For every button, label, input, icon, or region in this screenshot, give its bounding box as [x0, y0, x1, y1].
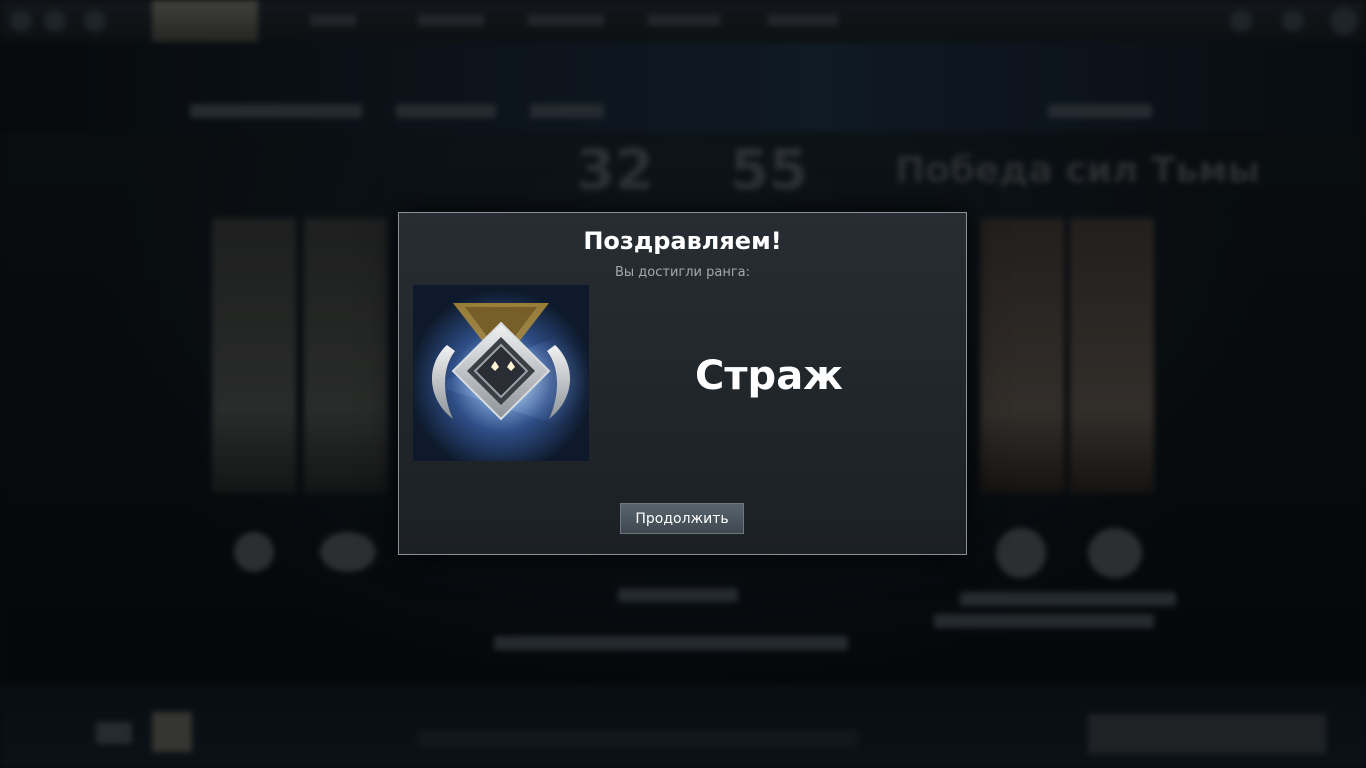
dialog-subtitle: Вы достигли ранга: [614, 265, 751, 280]
guardian-rank-medal-icon [413, 285, 589, 461]
dialog-title: Поздравляем! [583, 227, 782, 255]
rank-name: Страж [695, 353, 843, 399]
rank-up-dialog: Поздравляем! Вы достигли ранга: Страж Пр… [398, 212, 967, 555]
continue-button[interactable]: Продолжить [620, 503, 744, 534]
